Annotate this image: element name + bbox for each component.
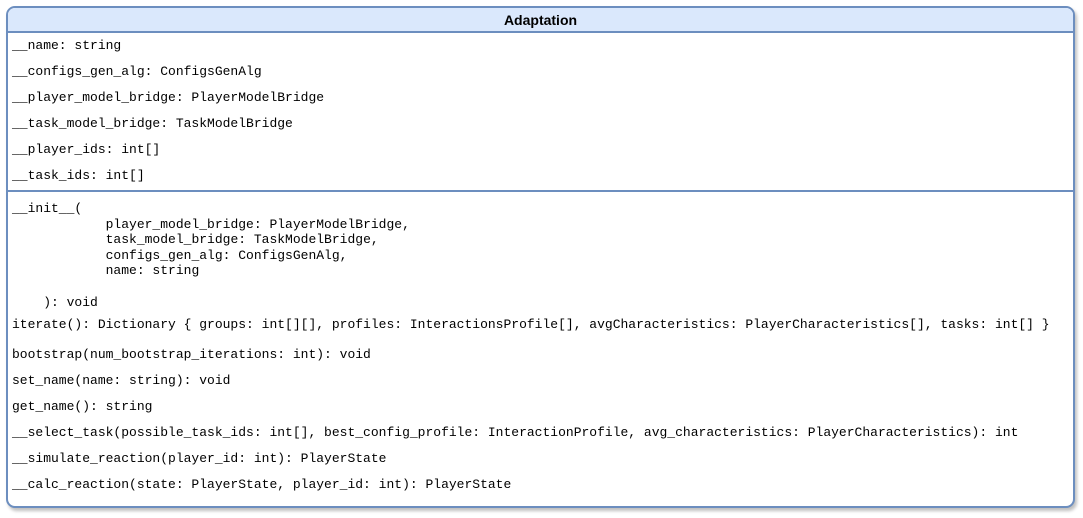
methods-compartment: __init__( player_model_bridge: PlayerMod…	[8, 192, 1073, 503]
uml-class-adaptation[interactable]: Adaptation __name: string __configs_gen_…	[6, 6, 1075, 508]
attribute-row: __task_model_bridge: TaskModelBridge	[12, 116, 293, 131]
attribute-row: __task_ids: int[]	[12, 168, 145, 183]
attribute-row: __player_ids: int[]	[12, 142, 161, 157]
init-param: player_model_bridge: PlayerModelBridge,	[105, 216, 410, 232]
attribute-row: __configs_gen_alg: ConfigsGenAlg	[12, 64, 262, 79]
method-row: __calc_reaction(state: PlayerState, play…	[12, 476, 512, 492]
method-row: iterate(): Dictionary { groups: int[][],…	[12, 316, 1050, 332]
method-row: bootstrap(num_bootstrap_iterations: int)…	[12, 346, 371, 362]
init-param: name: string	[105, 263, 200, 279]
init-param: task_model_bridge: TaskModelBridge,	[105, 232, 379, 248]
class-name: Adaptation	[503, 11, 578, 28]
init-close: ): void	[43, 294, 98, 310]
attributes-compartment: __name: string __configs_gen_alg: Config…	[8, 33, 1073, 192]
class-name-header: Adaptation	[8, 8, 1073, 33]
init-method: __init__( player_model_bridge: PlayerMod…	[8, 201, 1073, 317]
attribute-row: __name: string	[12, 38, 122, 53]
method-row: __simulate_reaction(player_id: int): Pla…	[12, 450, 387, 466]
attribute-row: __player_model_bridge: PlayerModelBridge	[12, 90, 325, 105]
init-param: configs_gen_alg: ConfigsGenAlg,	[105, 247, 348, 263]
method-row: __select_task(possible_task_ids: int[], …	[12, 424, 1019, 440]
init-open: __init__(	[12, 201, 83, 216]
method-row: get_name(): string	[12, 398, 153, 414]
method-row: set_name(name: string): void	[12, 372, 231, 388]
